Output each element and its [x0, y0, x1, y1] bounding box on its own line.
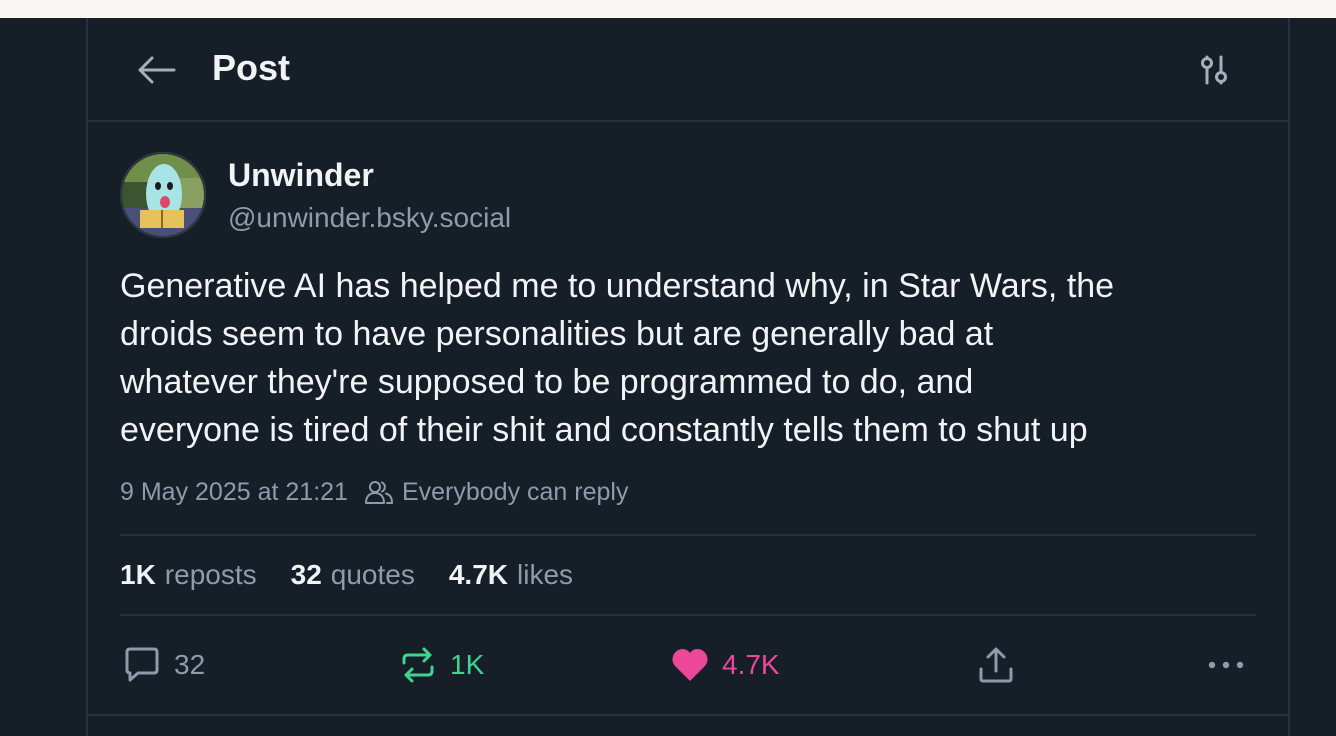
people-icon	[364, 481, 393, 504]
post-thread-column: Post Unwinder @unwinder.bsky.social Gene…	[86, 18, 1290, 736]
likes-count: 4.7K	[448, 559, 509, 590]
reply-setting-label: Everybody can reply	[401, 478, 629, 506]
reply-count: 32	[174, 649, 206, 680]
repost-count: 1K	[450, 649, 485, 680]
post-body-text: Generative AI has helped me to understan…	[120, 267, 1115, 449]
post-timestamp[interactable]: 9 May 2025 at 21:21	[120, 476, 348, 508]
page-title: Post	[212, 47, 291, 88]
ellipsis-icon	[1208, 661, 1244, 669]
divider	[88, 714, 1288, 716]
quotes-label: quotes	[330, 559, 415, 590]
reposts-label: reposts	[164, 559, 257, 590]
likes-stat[interactable]: 4.7K likes	[449, 556, 573, 594]
avatar-image	[120, 152, 206, 238]
reposts-stat[interactable]: 1K reposts	[120, 556, 257, 594]
sliders-icon	[1201, 55, 1227, 85]
avatar[interactable]	[120, 152, 206, 238]
repost-icon	[402, 647, 434, 683]
like-count: 4.7K	[722, 649, 780, 680]
repost-button[interactable]: 1K	[398, 642, 484, 688]
more-options-button[interactable]	[1206, 642, 1258, 688]
reply-button[interactable]: 32	[122, 642, 205, 688]
heart-icon	[672, 649, 708, 681]
like-button[interactable]: 4.7K	[670, 642, 780, 688]
reply-icon	[125, 647, 159, 682]
author-handle[interactable]: @unwinder.bsky.social	[228, 200, 511, 236]
quotes-count: 32	[290, 559, 322, 590]
author-display-name[interactable]: Unwinder	[228, 156, 374, 194]
quotes-stat[interactable]: 32 quotes	[291, 556, 415, 594]
reply-setting[interactable]: Everybody can reply	[364, 476, 629, 508]
share-button[interactable]	[976, 642, 1028, 688]
back-button[interactable]	[134, 50, 178, 90]
reposts-count: 1K	[120, 559, 156, 590]
engagement-stats: 1K reposts 32 quotes 4.7K likes	[120, 556, 607, 594]
post-actions: 32 1K 4.7K	[88, 638, 1288, 692]
thread-settings-button[interactable]	[1192, 48, 1236, 92]
arrow-left-icon	[138, 56, 176, 84]
browser-top-strip	[0, 0, 1336, 18]
post-meta: 9 May 2025 at 21:21 Everybody can reply	[120, 476, 628, 508]
divider	[120, 614, 1256, 616]
share-icon	[979, 647, 1013, 683]
post-header: Post	[88, 18, 1288, 122]
likes-label: likes	[517, 559, 574, 590]
divider	[120, 534, 1256, 536]
